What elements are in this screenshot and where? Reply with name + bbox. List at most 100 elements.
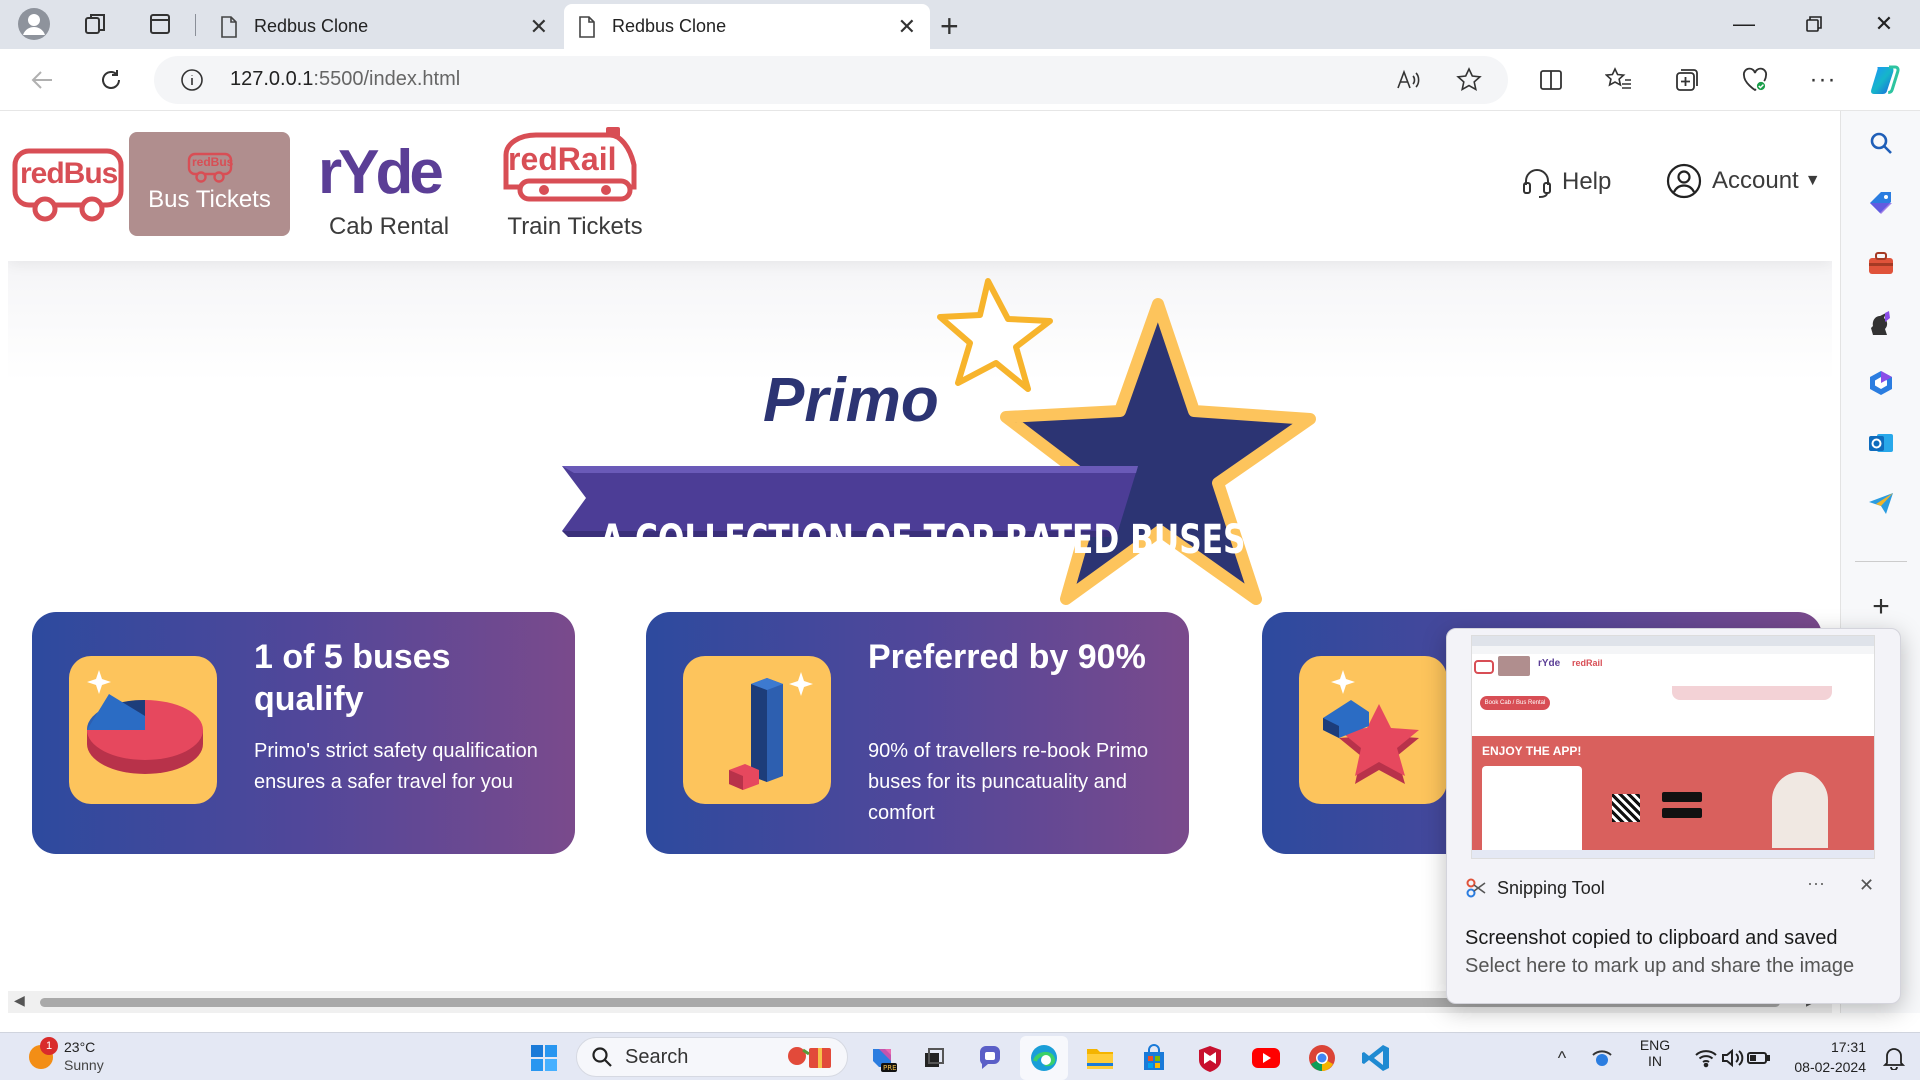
- preview-tabstrip: [1472, 636, 1874, 646]
- browser-essentials-icon[interactable]: [1736, 61, 1774, 99]
- add-sidebar-icon[interactable]: +: [1863, 589, 1899, 625]
- minimize-button[interactable]: —: [1714, 8, 1774, 40]
- youtube-icon[interactable]: [1250, 1042, 1282, 1074]
- train-tickets-label: Train Tickets: [507, 213, 643, 240]
- copilot-icon[interactable]: [1866, 61, 1904, 99]
- preview-app-section: ENJOY THE APP!: [1472, 736, 1874, 858]
- close-window-button[interactable]: ✕: [1854, 8, 1914, 40]
- favorites-icon[interactable]: [1600, 61, 1638, 99]
- sidebar-divider: [1855, 561, 1907, 562]
- read-aloud-icon[interactable]: [1396, 68, 1422, 97]
- tools-icon[interactable]: [1863, 245, 1899, 281]
- url-text[interactable]: 127.0.0.1:5500/index.html: [230, 68, 460, 91]
- preview-image: [1772, 772, 1828, 848]
- edge-browser-icon[interactable]: [1020, 1036, 1068, 1080]
- preview-qr-code: [1612, 794, 1640, 822]
- url-path: :5500/index.html: [313, 68, 461, 90]
- battery-icon[interactable]: [1742, 1042, 1774, 1074]
- back-icon[interactable]: [24, 61, 62, 99]
- collections-icon[interactable]: [1668, 61, 1706, 99]
- ryde-logo: rYde: [318, 138, 444, 207]
- pie-chart-icon: [69, 656, 217, 804]
- primo-banner-text: A COLLECTION OF TOP RATED BUSES: [600, 517, 1246, 563]
- page-icon: [579, 15, 595, 38]
- system-clock[interactable]: 17:31 08-02-2024: [1776, 1037, 1866, 1077]
- more-menu-icon[interactable]: ···: [1804, 61, 1842, 99]
- region-code: IN: [1648, 1053, 1662, 1069]
- pie-chart-icon-graphic: [86, 670, 203, 774]
- new-tab-button[interactable]: +: [940, 8, 959, 45]
- page-icon: [221, 15, 237, 38]
- card-title: Preferred by 90%: [868, 638, 1146, 676]
- snipping-tool-notification[interactable]: rYde redRail Book Cab / Bus Rental ENJOY…: [1446, 628, 1901, 1004]
- games-icon[interactable]: [1863, 305, 1899, 341]
- tab-redbus-clone-1[interactable]: Redbus Clone ✕: [206, 4, 562, 49]
- input-language-indicator[interactable]: ENG IN: [1634, 1037, 1676, 1069]
- outlook-icon[interactable]: [1863, 425, 1899, 461]
- tab-close-icon[interactable]: ✕: [530, 14, 548, 40]
- browser-tab-strip: Redbus Clone ✕ Redbus Clone ✕ + — ✕: [0, 0, 1920, 49]
- vscode-icon[interactable]: [1360, 1042, 1392, 1074]
- tab-title: Redbus Clone: [254, 16, 369, 36]
- chevron-up-icon[interactable]: ^: [1546, 1042, 1578, 1074]
- copilot-pre-icon[interactable]: PRE: [866, 1042, 898, 1074]
- taskbar-search[interactable]: Search: [576, 1037, 848, 1077]
- taskbar-search-placeholder: Search: [625, 1045, 689, 1068]
- account-menu[interactable]: Account ▼: [1666, 163, 1821, 199]
- toast-more-button[interactable]: ···: [1807, 873, 1825, 894]
- toast-close-icon[interactable]: ✕: [1859, 875, 1874, 896]
- preview-banner: [1672, 686, 1832, 700]
- shopping-tag-icon[interactable]: [1863, 185, 1899, 221]
- profile-icon[interactable]: [14, 6, 54, 42]
- vertical-tabs-icon[interactable]: [140, 6, 180, 42]
- svg-text:PRE: PRE: [883, 1064, 897, 1072]
- search-icon[interactable]: [1863, 125, 1899, 161]
- nav-train-tickets[interactable]: redRail Train Tickets: [496, 127, 654, 251]
- site-info-icon[interactable]: [180, 68, 204, 97]
- url-host: 127.0.0.1: [230, 68, 314, 90]
- send-icon[interactable]: [1863, 485, 1899, 521]
- star-rating-icon: [1299, 656, 1447, 804]
- primo-graphic: [562, 278, 1316, 605]
- help-label: Help: [1562, 168, 1612, 195]
- nav-cab-rental[interactable]: rYde Cab Rental: [314, 133, 464, 243]
- clock-time: 17:31: [1830, 1039, 1866, 1055]
- site-header: redBus redBus Bus Tickets rYde Cab Renta…: [8, 111, 1832, 261]
- notifications-bell-icon[interactable]: [1878, 1042, 1910, 1074]
- bus-tickets-label: Bus Tickets: [148, 186, 271, 213]
- redrail-logo-text: redRail: [508, 141, 617, 177]
- windows-start-icon[interactable]: [528, 1042, 560, 1074]
- restore-button[interactable]: [1784, 8, 1844, 40]
- workspaces-icon[interactable]: [76, 6, 116, 42]
- chrome-icon[interactable]: [1306, 1042, 1338, 1074]
- refresh-icon[interactable]: [92, 61, 130, 99]
- teams-chat-icon[interactable]: [974, 1042, 1006, 1074]
- preview-play-store-badge: [1662, 792, 1702, 802]
- snipping-tool-icon: [1466, 878, 1486, 898]
- tab-redbus-clone-2[interactable]: Redbus Clone ✕: [564, 4, 930, 49]
- address-bar[interactable]: 127.0.0.1:5500/index.html: [154, 56, 1508, 104]
- split-screen-icon[interactable]: [1532, 61, 1570, 99]
- help-link[interactable]: Help: [1520, 165, 1611, 199]
- cab-rental-label: Cab Rental: [328, 213, 450, 240]
- microsoft-store-icon[interactable]: [1138, 1042, 1170, 1074]
- bar-chart-icon: [683, 656, 831, 804]
- weather-widget[interactable]: 1 23°C Sunny: [24, 1037, 204, 1075]
- star-rating-icon-graphic: [1323, 670, 1419, 784]
- tab-close-icon[interactable]: ✕: [898, 14, 916, 40]
- redbus-logo[interactable]: redBus: [12, 147, 126, 225]
- file-explorer-icon[interactable]: [1084, 1042, 1116, 1074]
- user-circle-icon: [1666, 163, 1702, 199]
- screenshot-preview[interactable]: rYde redRail Book Cab / Bus Rental ENJOY…: [1471, 635, 1875, 859]
- microsoft-365-icon[interactable]: [1863, 365, 1899, 401]
- favorite-star-icon[interactable]: [1456, 67, 1482, 98]
- nav-bus-tickets[interactable]: redBus Bus Tickets: [129, 132, 290, 236]
- mcafee-icon[interactable]: [1194, 1042, 1226, 1074]
- network-security-icon[interactable]: [1586, 1042, 1618, 1074]
- bus-tickets-badge-text: redBus: [192, 155, 234, 169]
- tab-separator: [195, 14, 196, 36]
- task-view-icon[interactable]: [918, 1042, 950, 1074]
- preview-app-store-badge: [1662, 808, 1702, 818]
- scroll-left-arrow-icon[interactable]: ◀: [14, 992, 25, 1009]
- browser-toolbar: 127.0.0.1:5500/index.html ···: [0, 49, 1920, 111]
